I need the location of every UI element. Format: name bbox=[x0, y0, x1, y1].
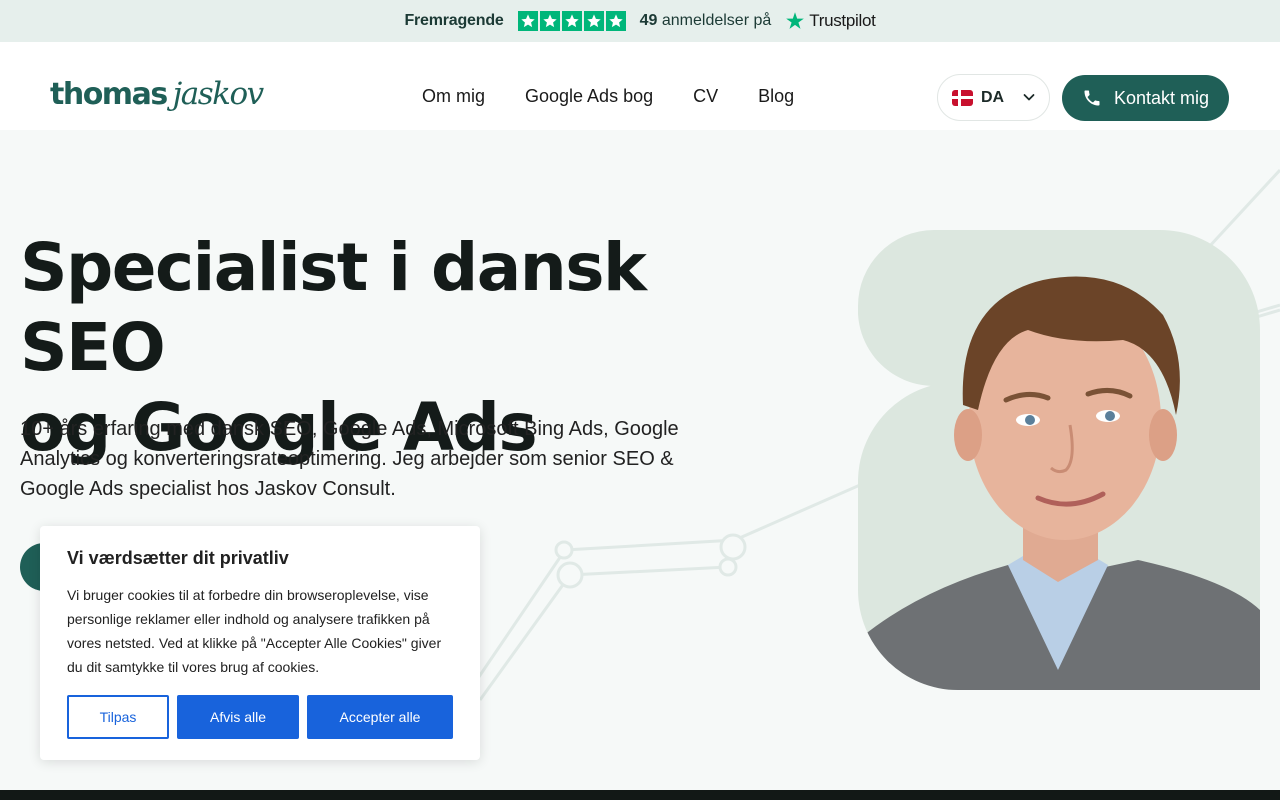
cookie-buttons: Tilpas Afvis alle Accepter alle bbox=[67, 695, 453, 739]
cookie-consent-dialog: Vi værdsætter dit privatliv Vi bruger co… bbox=[40, 526, 480, 760]
trustpilot-brand: Trustpilot bbox=[809, 11, 876, 30]
language-selector[interactable]: DA bbox=[937, 74, 1050, 121]
trustpilot-logo: Trustpilot bbox=[785, 11, 876, 31]
phone-icon bbox=[1084, 90, 1100, 106]
hero-title-line1: Specialist i dansk SEO bbox=[20, 229, 647, 386]
trustpilot-bar[interactable]: Fremragende 49 anmeldelser på Trustpilot bbox=[0, 0, 1280, 42]
site-logo[interactable]: thomas jaskov bbox=[50, 76, 264, 112]
trustpilot-stars bbox=[517, 11, 626, 31]
nav-item-om-mig[interactable]: Om mig bbox=[422, 86, 485, 107]
logo-last-name: jaskov bbox=[172, 76, 264, 112]
hero-subtitle: 10+ års erfaring med dansk SEO, Google A… bbox=[20, 418, 679, 500]
cookie-customize-button[interactable]: Tilpas bbox=[67, 695, 169, 739]
cookie-reject-button[interactable]: Afvis alle bbox=[177, 695, 299, 739]
main-nav: Om mig Google Ads bog CV Blog bbox=[422, 86, 794, 107]
nav-item-google-ads-bog[interactable]: Google Ads bog bbox=[525, 86, 653, 107]
footer-strip bbox=[0, 790, 1280, 800]
nav-item-blog[interactable]: Blog bbox=[758, 86, 794, 107]
cookie-title: Vi værdsætter dit privatliv bbox=[67, 548, 289, 568]
star-icon bbox=[561, 11, 582, 31]
star-icon bbox=[605, 11, 626, 31]
trustpilot-review-count: 49 anmeldelser på bbox=[640, 12, 772, 30]
review-count-number: 49 bbox=[639, 12, 658, 29]
star-icon bbox=[539, 11, 560, 31]
danish-flag-icon bbox=[952, 89, 973, 106]
contact-button-label: Kontakt mig bbox=[1113, 87, 1210, 108]
chevron-down-icon bbox=[1023, 94, 1035, 101]
trustpilot-rating-label: Fremragende bbox=[404, 12, 504, 29]
nav-item-cv[interactable]: CV bbox=[693, 86, 718, 107]
star-icon bbox=[583, 11, 604, 31]
portrait-photo bbox=[858, 230, 1260, 690]
contact-button[interactable]: Kontakt mig bbox=[1062, 75, 1229, 121]
cookie-accept-button[interactable]: Accepter alle bbox=[307, 695, 453, 739]
star-icon bbox=[517, 11, 538, 31]
cookie-text: Vi bruger cookies til at forbedre din br… bbox=[67, 587, 442, 675]
logo-first-name: thomas bbox=[50, 77, 168, 112]
language-code: DA bbox=[981, 88, 1005, 106]
site-header: thomas jaskov Om mig Google Ads bog CV B… bbox=[0, 42, 1280, 130]
review-count-text: anmeldelser på bbox=[661, 12, 772, 29]
trustpilot-star-icon bbox=[786, 12, 805, 29]
